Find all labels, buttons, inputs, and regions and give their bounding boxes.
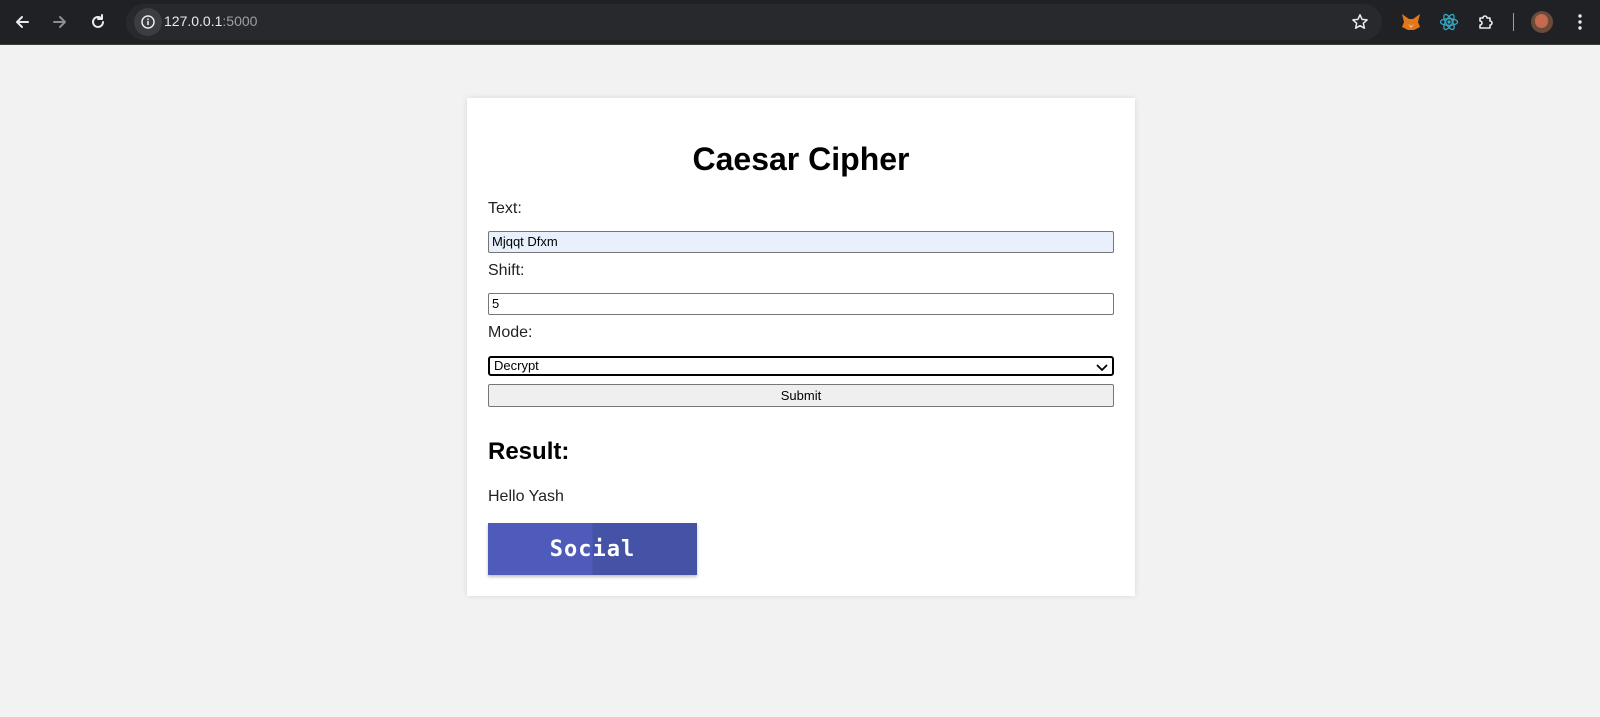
back-arrow-icon[interactable] [6, 6, 38, 38]
forward-arrow-icon[interactable] [44, 6, 76, 38]
result-text: Hello Yash [488, 488, 564, 505]
fox-extension-icon[interactable] [1395, 6, 1427, 38]
address-bar[interactable]: 127.0.0.1:5000 [126, 4, 1382, 40]
profile-avatar[interactable] [1531, 11, 1553, 33]
mode-label: Mode: [488, 324, 533, 341]
cipher-card: Caesar Cipher Text: Mjqqt Dfxm Shift: 5 … [467, 98, 1135, 596]
reload-icon[interactable] [82, 6, 114, 38]
url-port: :5000 [222, 13, 258, 29]
submit-button[interactable]: Submit [488, 384, 1114, 407]
chevron-down-icon [1096, 361, 1108, 377]
text-input[interactable]: Mjqqt Dfxm [488, 231, 1114, 253]
url-text[interactable]: 127.0.0.1:5000 [164, 13, 257, 29]
text-label: Text: [488, 200, 522, 217]
shift-label: Shift: [488, 262, 525, 279]
result-heading: Result: [488, 438, 570, 465]
mode-selected-value: Decrypt [494, 358, 539, 373]
page-title: Caesar Cipher [692, 141, 910, 177]
kebab-menu-icon[interactable] [1564, 6, 1596, 38]
info-icon[interactable] [134, 8, 162, 36]
social-button[interactable]: Social [488, 523, 697, 575]
mode-select[interactable]: Decrypt [488, 356, 1114, 376]
star-icon[interactable] [1346, 8, 1374, 36]
toolbar-divider [1513, 13, 1514, 31]
url-host: 127.0.0.1 [164, 13, 223, 29]
shift-input[interactable]: 5 [488, 293, 1114, 315]
puzzle-extensions-icon[interactable] [1470, 6, 1502, 38]
browser-toolbar: 127.0.0.1:5000 [0, 0, 1600, 45]
react-extension-icon[interactable] [1433, 6, 1465, 38]
